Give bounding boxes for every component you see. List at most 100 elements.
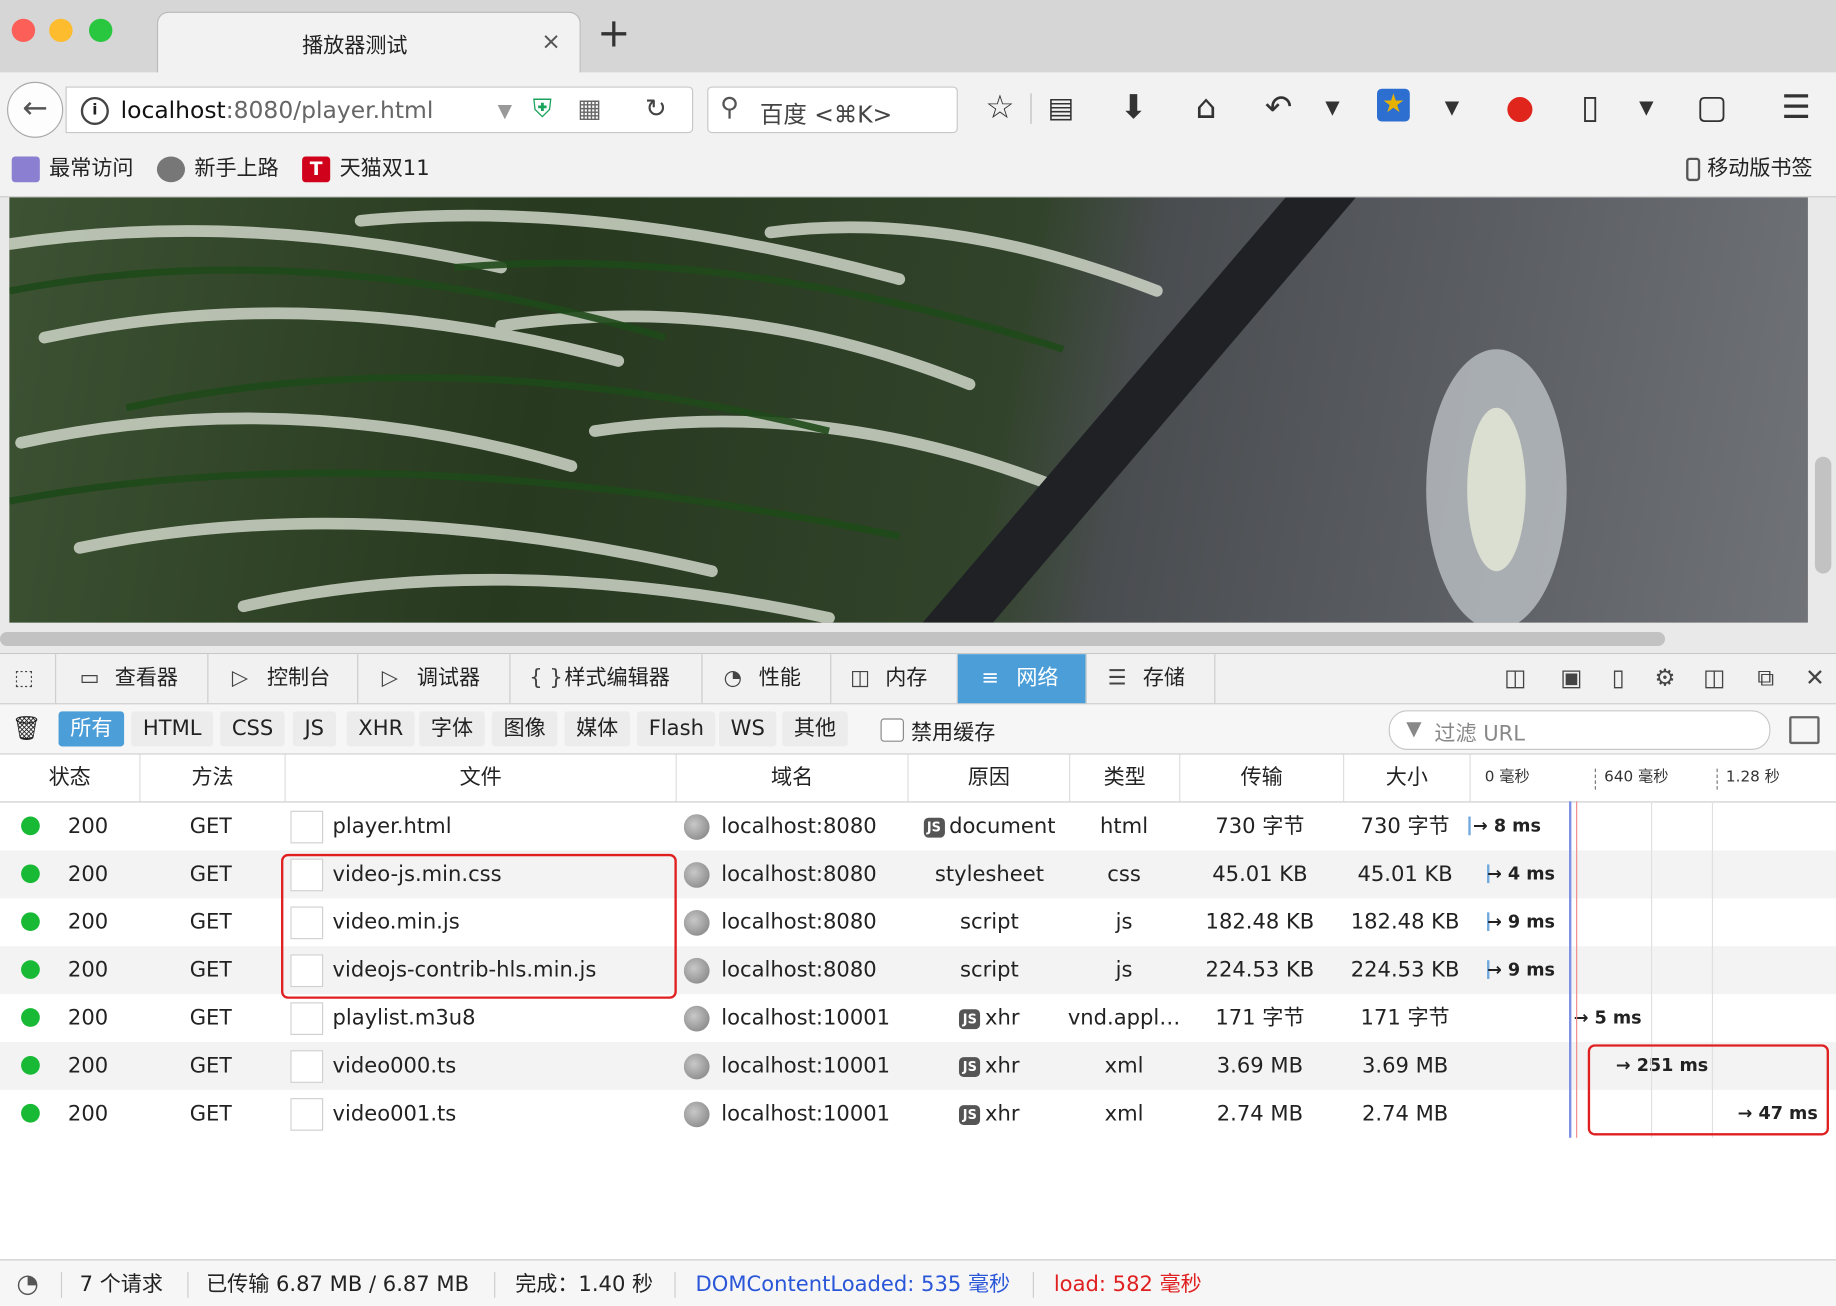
search-bar[interactable]: ⚲ 百度 <⌘K> xyxy=(707,86,958,134)
column-cause[interactable]: 原因 xyxy=(909,754,1071,802)
table-row[interactable]: 200 GET video001.ts localhost:10001 JS xhr xml… xyxy=(0,1090,1836,1138)
url-text[interactable]: localhost:8080/player.html xyxy=(121,96,434,124)
js-badge-icon: JS xyxy=(959,1104,981,1125)
filter-media[interactable]: 媒体 xyxy=(564,711,630,747)
qr-code-icon[interactable]: ▦ xyxy=(577,95,601,124)
url-bar[interactable]: i localhost:8080/player.html ▼ ⛨ ▦ ↻ xyxy=(65,86,694,134)
bookmark-tmall[interactable]: T 天猫双11 xyxy=(302,154,430,184)
info-icon[interactable]: i xyxy=(80,96,109,125)
column-domain[interactable]: 域名 xyxy=(677,754,909,802)
title-bar: 播放器测试 × + xyxy=(0,0,1836,74)
request-method: GET xyxy=(189,814,233,839)
layout-icon[interactable]: ◫ xyxy=(1499,664,1532,692)
filter-other[interactable]: 其他 xyxy=(782,711,848,747)
cause-label: xhr xyxy=(985,1053,1020,1079)
browser-tab[interactable]: 播放器测试 × xyxy=(156,11,581,74)
vertical-scrollbar[interactable] xyxy=(1814,456,1832,574)
reading-list-icon[interactable]: ▤ xyxy=(1040,89,1082,126)
close-devtools-icon[interactable]: ✕ xyxy=(1799,664,1832,692)
pick-element-icon[interactable]: ⬚ xyxy=(0,654,57,704)
filter-html[interactable]: HTML xyxy=(131,711,214,747)
disable-cache-checkbox[interactable] xyxy=(880,718,904,742)
filter-flash[interactable]: Flash xyxy=(636,711,716,747)
table-row[interactable]: 200 GET video000.ts localhost:10001 JS xhr xml… xyxy=(0,1041,1836,1090)
dock-side-icon[interactable]: ◫ xyxy=(1698,664,1731,692)
file-cell: playlist.m3u8 xyxy=(290,994,476,1042)
undock-icon[interactable]: ⧉ xyxy=(1749,664,1782,692)
undo-icon[interactable]: ↶ xyxy=(1258,88,1300,126)
column-type[interactable]: 类型 xyxy=(1070,754,1181,802)
filter-ws[interactable]: WS xyxy=(718,711,777,747)
tab-storage[interactable]: ☰ 存储 xyxy=(1087,654,1216,704)
table-row[interactable]: 200 GET videojs-contrib-hls.min.js localhos… xyxy=(0,946,1836,995)
close-window-button[interactable] xyxy=(11,18,36,43)
menu-icon[interactable]: ☰ xyxy=(1775,88,1817,126)
reload-icon[interactable]: ↻ xyxy=(645,95,667,124)
column-status[interactable]: 状态 xyxy=(0,754,141,802)
filter-css[interactable]: CSS xyxy=(220,711,286,747)
table-row[interactable]: 200 GET video.min.js localhost:8080 script js… xyxy=(0,898,1836,946)
filter-fonts[interactable]: 字体 xyxy=(419,711,485,747)
mobile-bookmarks[interactable]: 移动版书签 xyxy=(1686,154,1813,184)
bookmark-most-visited[interactable]: 最常访问 xyxy=(11,154,134,184)
tab-network[interactable]: ≡ 网络 xyxy=(957,654,1087,704)
star-icon[interactable]: ☆ xyxy=(979,88,1021,126)
size-cell: 730 字节 xyxy=(1360,814,1450,839)
clear-icon[interactable]: 🗑 xyxy=(12,714,42,742)
column-size[interactable]: 大小 xyxy=(1344,754,1471,802)
new-tab-button[interactable]: + xyxy=(597,14,630,54)
column-file[interactable]: 文件 xyxy=(286,754,677,802)
table-row[interactable]: 200 GET player.html localhost:8080 JS documen… xyxy=(0,803,1836,851)
horizontal-scrollbar[interactable] xyxy=(0,631,1666,646)
tab-performance[interactable]: ◔ 性能 xyxy=(703,654,832,704)
column-method[interactable]: 方法 xyxy=(141,754,286,802)
clipboard-icon[interactable]: ▯ xyxy=(1569,88,1611,126)
download-icon[interactable]: ⬇ xyxy=(1112,88,1154,126)
search-icon: ⚲ xyxy=(720,93,739,123)
waterfall-timing: → 4 ms xyxy=(1487,863,1556,885)
table-row[interactable]: 200 GET playlist.m3u8 localhost:10001 JS xhr v… xyxy=(0,994,1836,1042)
performance-analysis-icon[interactable]: ◔ xyxy=(16,1260,38,1306)
transferred-cell: 224.53 KB xyxy=(1205,957,1315,983)
undo-dropdown-icon[interactable]: ▼ xyxy=(1311,89,1353,126)
filter-all[interactable]: 所有 xyxy=(58,711,125,747)
color-extension-icon[interactable]: ● xyxy=(1499,88,1541,126)
zoom-window-button[interactable] xyxy=(88,18,113,43)
favorites-icon[interactable]: ★ xyxy=(1377,88,1410,122)
search-placeholder: 百度 <⌘K> xyxy=(759,100,893,129)
timeline-tick: 1.28 秒 xyxy=(1725,768,1780,787)
favorites-dropdown-icon[interactable]: ▼ xyxy=(1431,89,1473,126)
tab-label: 样式编辑器 xyxy=(564,665,670,691)
status-code: 200 xyxy=(67,909,109,935)
responsive-design-icon[interactable]: ▯ xyxy=(1602,664,1635,692)
cause-cell: JS document xyxy=(909,803,1071,851)
column-transferred[interactable]: 传输 xyxy=(1180,754,1345,802)
split-console-icon[interactable]: ▣ xyxy=(1555,664,1588,692)
tab-close-icon[interactable]: × xyxy=(541,27,561,55)
shield-icon[interactable]: ⛨ xyxy=(533,95,552,124)
minimize-window-button[interactable] xyxy=(49,18,73,43)
video-player[interactable] xyxy=(9,197,1808,623)
tab-debugger[interactable]: ▷ 调试器 xyxy=(358,654,511,704)
status-ok-icon xyxy=(21,1103,40,1123)
table-row[interactable]: 200 GET video-js.min.css localhost:8080 styl… xyxy=(0,850,1836,899)
toggle-sidebar-icon[interactable] xyxy=(1789,716,1820,745)
settings-icon[interactable]: ⚙ xyxy=(1649,664,1682,692)
domain-name: localhost:8080 xyxy=(721,862,877,887)
home-icon[interactable]: ⌂ xyxy=(1185,88,1227,126)
status-ok-icon xyxy=(21,816,40,836)
tab-style-editor[interactable]: { }样式编辑器 xyxy=(511,654,703,704)
dropdown-icon[interactable]: ▼ xyxy=(498,99,512,121)
tab-inspector[interactable]: ▭ 查看器 xyxy=(56,654,209,704)
back-icon[interactable]: ← xyxy=(7,81,64,138)
timeline-tick: 640 毫秒 xyxy=(1604,768,1669,787)
filter-images[interactable]: 图像 xyxy=(491,711,558,747)
filter-js[interactable]: JS xyxy=(292,711,336,747)
bookmark-getting-started[interactable]: 新手上路 xyxy=(156,154,279,184)
crop-icon[interactable]: ▢ xyxy=(1691,88,1733,126)
filter-xhr[interactable]: XHR xyxy=(346,711,415,747)
clipboard-dropdown-icon[interactable]: ▼ xyxy=(1625,89,1667,126)
tab-memory[interactable]: ◫ 内存 xyxy=(831,654,958,704)
filter-url-input[interactable]: ▼ 过滤 URL xyxy=(1388,710,1771,750)
tab-console[interactable]: ▷ 控制台 xyxy=(208,654,359,704)
